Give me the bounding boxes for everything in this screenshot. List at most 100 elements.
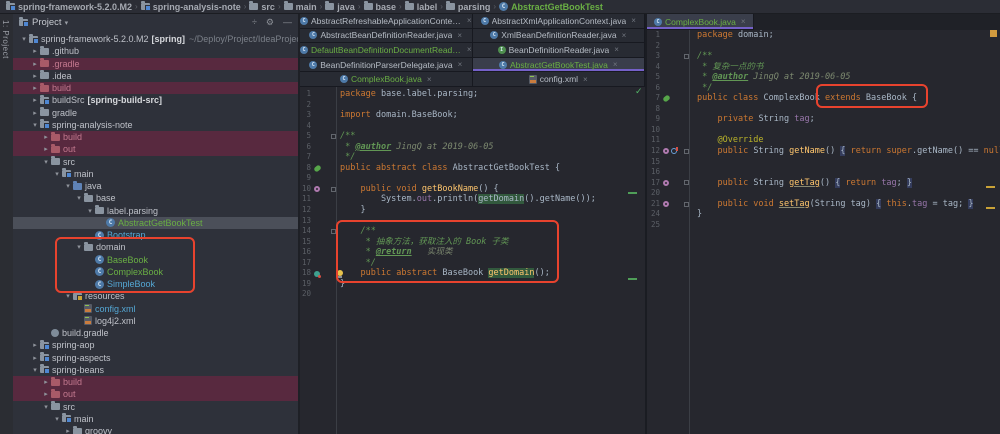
code-line[interactable]: 3 /** — [647, 51, 1000, 62]
code-text[interactable]: } — [336, 279, 645, 290]
code-text[interactable]: */ — [336, 258, 645, 269]
tree-item-spring-beans[interactable]: ▾ spring-beans — [13, 364, 298, 376]
code-line[interactable]: 10 — [647, 125, 1000, 136]
line-number[interactable]: 10 — [647, 125, 663, 136]
breadcrumb-item[interactable]: label — [404, 1, 437, 12]
code-line[interactable]: 20 — [300, 289, 645, 300]
tree-item-main[interactable]: ▾ main — [13, 413, 298, 425]
tree-item-config-xml[interactable]: config.xml — [13, 303, 298, 315]
code-text[interactable]: @Override — [689, 135, 1000, 146]
chevron-down-icon[interactable]: ▾ — [41, 403, 51, 411]
line-number[interactable]: 5 — [647, 72, 663, 83]
code-text[interactable]: * @author JingQ at 2019-06-05 — [689, 72, 1000, 83]
code-text[interactable] — [689, 220, 1000, 231]
close-icon[interactable]: × — [467, 16, 472, 25]
code-text[interactable] — [336, 216, 645, 227]
line-number[interactable]: 20 — [647, 188, 663, 199]
chevron-down-icon[interactable]: ▾ — [63, 292, 73, 300]
close-icon[interactable]: × — [458, 60, 463, 69]
code-line[interactable]: 6 * @author JingQ at 2019-06-05 — [300, 142, 645, 153]
tab-complexbook-java[interactable]: C ComplexBook.java × — [300, 72, 473, 87]
code-line[interactable]: 5 /** — [300, 131, 645, 142]
code-line[interactable]: 8 public abstract class AbstractGetBookTe… — [300, 163, 645, 174]
code-text[interactable] — [689, 167, 1000, 178]
code-text[interactable] — [689, 41, 1000, 52]
line-number[interactable]: 9 — [647, 114, 663, 125]
tree-item-src[interactable]: ▾ src — [13, 401, 298, 413]
chevron-right-icon[interactable]: ▸ — [41, 390, 51, 398]
tree-item-label-parsing[interactable]: ▾ label.parsing — [13, 205, 298, 217]
line-number[interactable]: 19 — [300, 279, 314, 290]
code-line[interactable]: 15 — [647, 157, 1000, 168]
close-icon[interactable]: × — [741, 17, 746, 26]
chevron-right-icon[interactable]: ▸ — [30, 341, 40, 349]
code-line[interactable]: 1 package base.label.parsing; — [300, 89, 645, 100]
tree-item-spring-aspects[interactable]: ▸ spring-aspects — [13, 352, 298, 364]
code-text[interactable]: * 抽象方法，获取注入的 Book 子类 — [336, 237, 645, 248]
project-panel-title[interactable]: Project — [32, 17, 62, 28]
line-number[interactable]: 13 — [300, 216, 314, 227]
tree-item-complexbook[interactable]: C ComplexBook — [13, 266, 298, 278]
code-text[interactable] — [336, 289, 645, 300]
fold-expand-icon[interactable] — [683, 201, 689, 207]
chevron-right-icon[interactable]: ▸ — [30, 96, 40, 104]
breadcrumb-item[interactable]: src — [249, 1, 275, 12]
tree-item-src[interactable]: ▾ src — [13, 156, 298, 168]
code-line[interactable]: 6 */ — [647, 83, 1000, 94]
line-number[interactable]: 21 — [647, 199, 663, 210]
chevron-down-icon[interactable]: ▾ — [30, 366, 40, 374]
breadcrumb-item[interactable]: C AbstractGetBookTest — [499, 2, 603, 12]
line-number[interactable]: 17 — [300, 258, 314, 269]
line-number[interactable]: 1 — [300, 89, 314, 100]
code-line[interactable]: 3 import domain.BaseBook; — [300, 110, 645, 121]
fold-collapse-icon[interactable] — [683, 53, 689, 59]
breadcrumb-item[interactable]: main — [283, 1, 317, 12]
chevron-right-icon[interactable]: ▸ — [30, 47, 40, 55]
line-number[interactable]: 8 — [300, 163, 314, 174]
code-line[interactable]: 18 public abstract BaseBook getDomain(); — [300, 268, 645, 279]
tree-item--idea[interactable]: ▸ .idea — [13, 70, 298, 82]
tree-item--gradle[interactable]: ▸ .gradle — [13, 57, 298, 70]
code-text[interactable]: */ — [689, 83, 1000, 94]
code-line[interactable]: 24} — [647, 209, 1000, 220]
tree-item-spring-aop[interactable]: ▸ spring-aop — [13, 339, 298, 351]
code-text[interactable] — [336, 100, 645, 111]
code-line[interactable]: 17 */ — [300, 258, 645, 269]
tree-item-out[interactable]: ▸ out — [13, 143, 298, 156]
tab-abstractgetbooktest-java[interactable]: C AbstractGetBookTest.java × — [472, 57, 645, 73]
chevron-right-icon[interactable]: ▸ — [30, 84, 40, 92]
line-number[interactable]: 15 — [300, 237, 314, 248]
line-number[interactable]: 3 — [647, 51, 663, 62]
line-number[interactable]: 7 — [300, 152, 314, 163]
tab-beandefinitionreader-java[interactable]: I BeanDefinitionReader.java × — [472, 43, 645, 58]
tab-abstractxmlapplicationcontext-java[interactable]: C AbstractXmlApplicationContext.java × — [472, 14, 645, 29]
editor-area[interactable]: 1 package base.label.parsing; 2 3 import dom… — [300, 87, 645, 434]
tab-complexbook-java[interactable]: C ComplexBook.java × — [647, 14, 754, 30]
code-line[interactable]: 16 — [647, 167, 1000, 178]
code-line[interactable]: 25 — [647, 220, 1000, 231]
close-icon[interactable]: × — [457, 31, 462, 40]
tree-item-basebook[interactable]: C BaseBook — [13, 254, 298, 266]
close-icon[interactable]: × — [622, 31, 627, 40]
code-text[interactable]: public void setTag(String tag) { this.ta… — [689, 198, 1000, 210]
line-number[interactable]: 7 — [647, 93, 663, 104]
code-text[interactable]: /** — [336, 226, 645, 237]
code-text[interactable]: * @return 实现类 — [336, 247, 645, 258]
implemented-method-icon[interactable] — [314, 270, 321, 278]
code-text[interactable] — [689, 104, 1000, 115]
code-line[interactable]: 17 public String getTag() { return tag; … — [647, 177, 1000, 189]
line-number[interactable]: 2 — [300, 100, 314, 111]
line-number[interactable]: 6 — [300, 142, 314, 153]
chevron-down-icon[interactable]: ▾ — [52, 415, 62, 423]
code-text[interactable]: } — [336, 205, 645, 216]
code-line[interactable]: 20 — [647, 188, 1000, 199]
code-line[interactable]: 2 — [300, 100, 645, 111]
line-number[interactable]: 20 — [300, 289, 314, 300]
fold-expand-icon[interactable] — [683, 148, 689, 154]
chevron-down-icon[interactable]: ▾ — [63, 182, 73, 190]
tree-item-buildsrc[interactable]: ▸ buildSrc [spring-build-src] — [13, 94, 298, 106]
chevron-down-icon[interactable]: ▾ — [74, 194, 84, 202]
code-text[interactable]: package base.label.parsing; — [336, 89, 645, 100]
code-text[interactable]: import domain.BaseBook; — [336, 110, 645, 121]
close-icon[interactable]: × — [583, 75, 588, 84]
